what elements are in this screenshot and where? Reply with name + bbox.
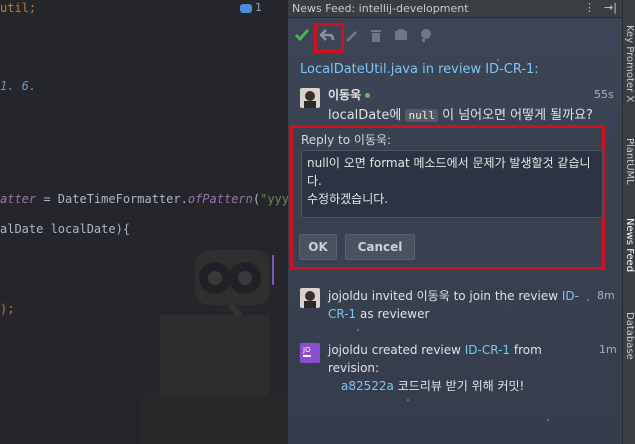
tab-key-promoter-x[interactable]: Key Promoter X [624, 25, 635, 102]
cancel-button[interactable]: Cancel [345, 234, 415, 260]
gutter-marker [272, 255, 274, 285]
settings-icon[interactable]: ⋮ [584, 1, 595, 14]
edit-icon[interactable] [341, 25, 361, 45]
feed-time: 8m [597, 289, 615, 302]
review-link[interactable]: ID-CR-1 [465, 343, 510, 357]
code-line-4: alDate localDate){ [0, 222, 131, 236]
avatar: JO [300, 343, 320, 363]
code-line-5: ); [0, 302, 15, 316]
feed-item-invite: jojoldu invited 이동욱 to join the review I… [328, 289, 579, 321]
online-status-icon [365, 93, 371, 98]
code-line-3: atter = DateTimeFormatter.ofPattern("yyy… [0, 192, 288, 206]
code-editor[interactable]: util; 1 1. 6. atter = DateTimeFormatter.… [0, 0, 288, 444]
comment-time: 55s [594, 88, 614, 101]
avatar [300, 288, 320, 308]
review-title[interactable]: LocalDateUtil.java in review ID-CR-1: [300, 62, 539, 77]
comment-count-badge[interactable]: 1 [240, 1, 262, 14]
check-icon[interactable] [292, 25, 312, 45]
comment-author: 이동욱 [328, 86, 371, 103]
tab-plantuml[interactable]: PlantUML [624, 138, 635, 185]
comment-bubble-icon [240, 3, 252, 13]
reply-form: Reply to 이동욱: null이 오면 format 메소드에서 문제가 … [290, 125, 605, 270]
news-feed-panel: News Feed: intellij-development ⋮ →| Loc… [288, 0, 622, 444]
reply-icon-highlight [314, 23, 344, 53]
comment-message: localDate에 null 이 넘어오면 어떻게 될까요? [328, 108, 593, 123]
feed-time: 1m [599, 343, 617, 356]
commit-line: a82522a 코드리뷰 받기 위해 커밋! [341, 379, 525, 393]
tab-news-feed[interactable]: News Feed [624, 218, 635, 272]
avatar [300, 88, 320, 108]
reply-label: Reply to 이동욱: [301, 133, 392, 147]
panel-titlebar: News Feed: intellij-development ⋮ →| [288, 0, 622, 18]
feed-item-created: jojoldu created review ID-CR-1 from revi… [328, 343, 542, 375]
tool-window-sidebar: Key Promoter X PlantUML News Feed Databa… [622, 0, 635, 444]
ok-button[interactable]: OK [299, 234, 337, 260]
code-line-1: util; [0, 1, 37, 15]
reply-textarea[interactable]: null이 오면 format 메소드에서 문제가 발생할것 같습니다. 수정하… [301, 150, 603, 218]
commit-hash-link[interactable]: a82522a [341, 379, 394, 393]
panel-title: News Feed: intellij-development [292, 2, 469, 15]
sticker-icon[interactable] [416, 25, 436, 45]
tab-database[interactable]: Database [624, 312, 635, 360]
svg-text:JO: JO [302, 346, 311, 354]
code-line-2: 1. 6. [0, 79, 37, 93]
delete-icon[interactable] [366, 25, 386, 45]
move-icon[interactable] [391, 25, 411, 45]
hide-panel-icon[interactable]: →| [604, 1, 617, 14]
